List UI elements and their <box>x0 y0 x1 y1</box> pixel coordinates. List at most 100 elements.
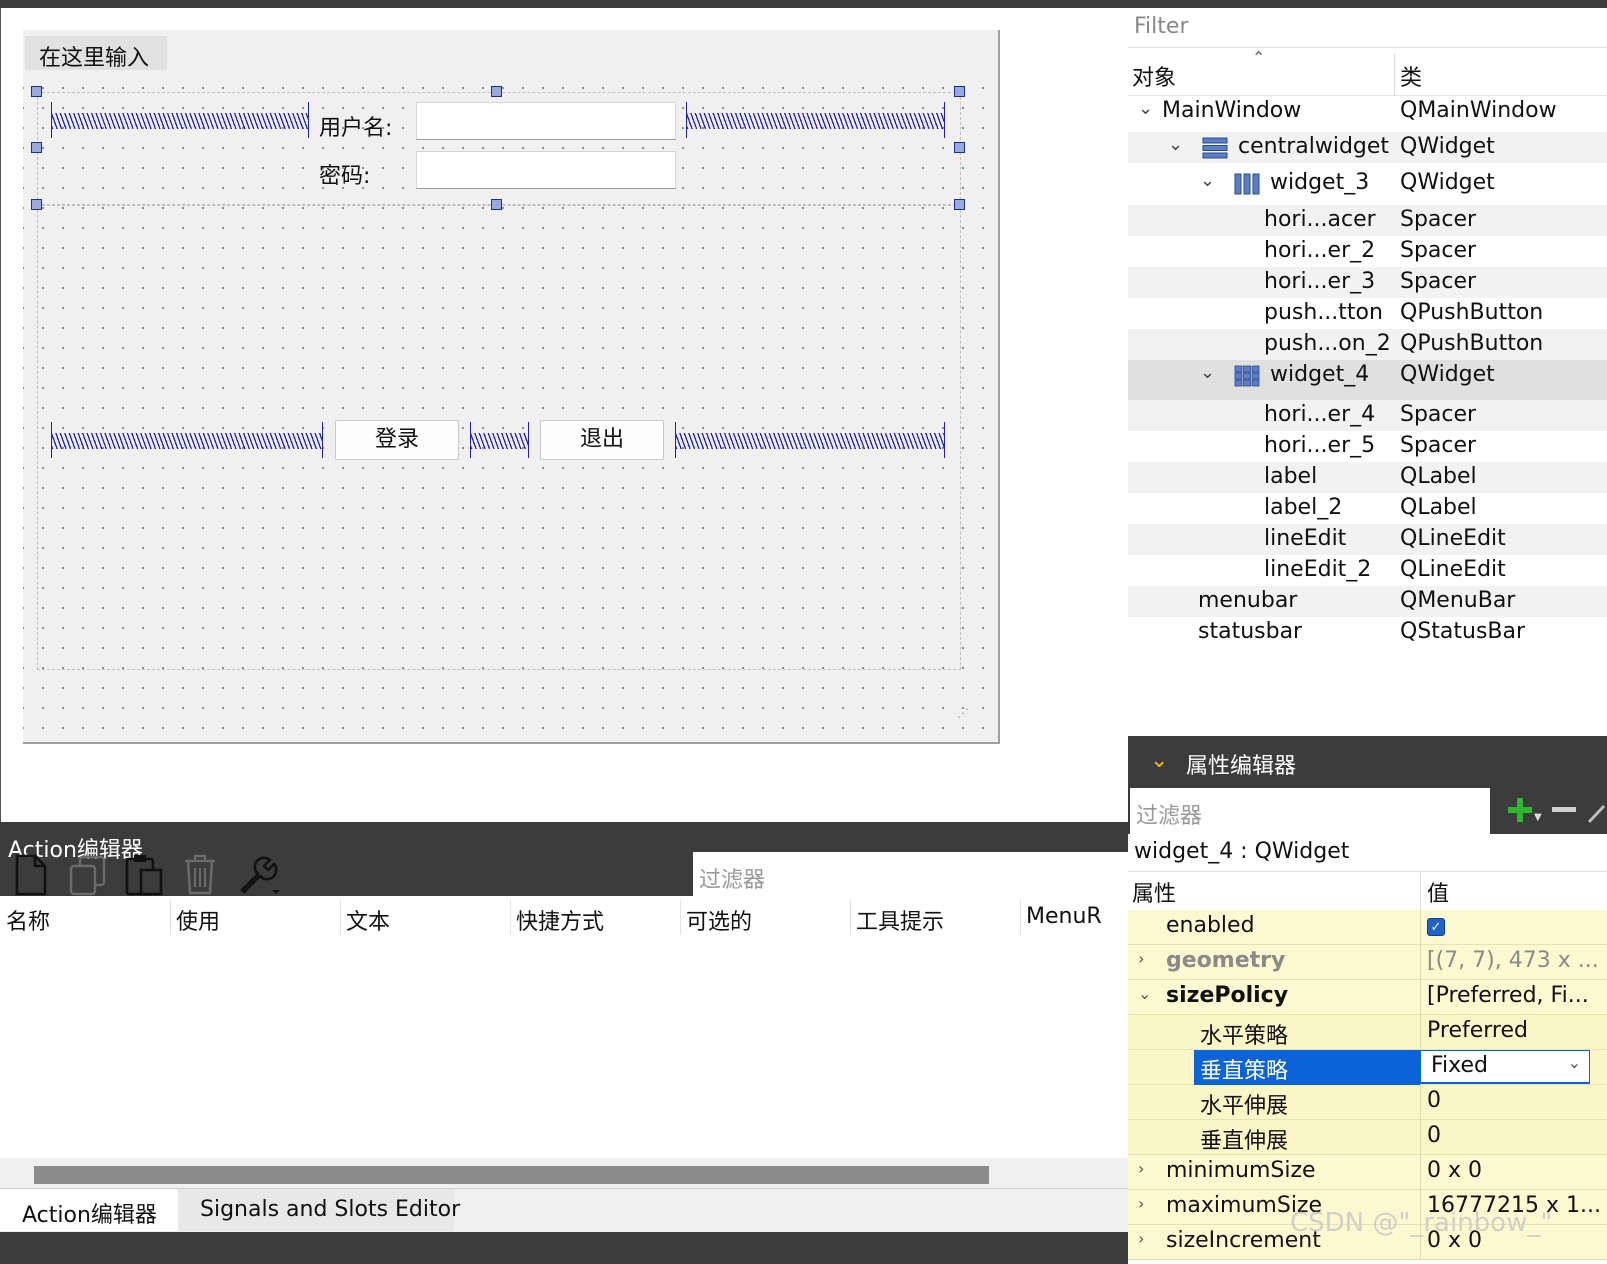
selection-handle[interactable] <box>31 199 42 210</box>
tree-row-push-on-2[interactable]: push...on_2 QPushButton <box>1128 329 1607 360</box>
tree-row-lineEdit-2[interactable]: lineEdit_2 QLineEdit <box>1128 555 1607 586</box>
expand-chevron-icon[interactable]: › <box>1138 1229 1144 1248</box>
property-name: minimumSize <box>1166 1158 1316 1183</box>
horizontal-spacer[interactable] <box>51 422 323 458</box>
tree-row-hori-er-3[interactable]: hori...er_3 Spacer <box>1128 267 1607 298</box>
add-property-icon[interactable] <box>1506 796 1534 824</box>
form-design-area[interactable]: 在这里输入 用户名: 密码: 登录 退出 ⋰ <box>0 8 1128 822</box>
horizontal-scrollbar[interactable] <box>0 1158 1128 1188</box>
property-row-1[interactable]: › geometry [(7, 7), 473 x ... <box>1128 945 1607 980</box>
dropdown-arrow-icon[interactable]: ▼ <box>1534 812 1542 823</box>
column-divider <box>1420 945 1421 980</box>
property-value: [(7, 7), 473 x ... <box>1427 948 1599 973</box>
action-column-header[interactable]: 工具提示 <box>856 904 944 936</box>
password-input[interactable] <box>416 151 676 189</box>
tree-row-MainWindow[interactable]: ⌄ MainWindow QMainWindow <box>1128 96 1607 127</box>
collapse-chevron-icon[interactable]: ⌄ <box>1138 984 1151 1003</box>
object-name: hori...er_3 <box>1264 269 1376 294</box>
expand-chevron-icon[interactable]: › <box>1138 1194 1144 1213</box>
property-row-3[interactable]: 水平策略 Preferred <box>1128 1015 1607 1050</box>
property-row-0[interactable]: enabled ✓ <box>1128 910 1607 945</box>
enabled-checkbox[interactable]: ✓ <box>1427 918 1445 936</box>
action-column-header[interactable]: 使用 <box>176 904 220 936</box>
tree-row-hori-er-5[interactable]: hori...er_5 Spacer <box>1128 431 1607 462</box>
action-filter-input[interactable]: 过滤器 <box>693 852 1128 896</box>
username-label[interactable]: 用户名: <box>319 110 392 142</box>
delete-trash-icon[interactable] <box>182 852 218 896</box>
column-divider <box>1020 900 1021 934</box>
horizontal-spacer-3[interactable] <box>675 422 945 458</box>
configure-wrench-icon[interactable] <box>1586 798 1606 826</box>
header-divider <box>1394 54 1395 96</box>
new-action-icon[interactable] <box>14 854 48 896</box>
column-header-value[interactable]: 值 <box>1427 876 1449 908</box>
selection-handle[interactable] <box>31 142 42 153</box>
horizontal-spacer-2[interactable] <box>470 422 529 458</box>
property-name: geometry <box>1166 948 1286 973</box>
selection-handle[interactable] <box>491 86 502 97</box>
tree-row-label[interactable]: label QLabel <box>1128 462 1607 493</box>
expand-chevron-icon[interactable]: ⌄ <box>1138 98 1153 119</box>
selection-handle[interactable] <box>31 86 42 97</box>
action-table[interactable]: 名称 使用 文本 快捷方式 可选的 工具提示 MenuR <box>0 896 1128 1158</box>
collapse-chevron-icon[interactable]: ⌄ <box>1150 748 1168 773</box>
tree-row-lineEdit[interactable]: lineEdit QLineEdit <box>1128 524 1607 555</box>
property-editor-title: 属性编辑器 <box>1128 736 1607 788</box>
property-row-2[interactable]: ⌄ sizePolicy [Preferred, Fi... <box>1128 980 1607 1015</box>
horizontal-spacer-5[interactable] <box>686 102 945 138</box>
tree-row-statusbar[interactable]: statusbar QStatusBar <box>1128 617 1607 648</box>
object-filter-input[interactable]: Filter <box>1128 8 1607 48</box>
column-header-property[interactable]: 属性 <box>1132 876 1176 908</box>
tree-row-push-tton[interactable]: push...tton QPushButton <box>1128 298 1607 329</box>
main-window-form[interactable]: 在这里输入 用户名: 密码: 登录 退出 ⋰ <box>23 30 1000 744</box>
configure-wrench-icon[interactable] <box>236 852 282 898</box>
tree-row-hori-er-2[interactable]: hori...er_2 Spacer <box>1128 236 1607 267</box>
remove-property-icon[interactable] <box>1550 796 1578 824</box>
property-row-6[interactable]: 垂直伸展 0 <box>1128 1120 1607 1155</box>
tree-row-centralwidget[interactable]: ⌄ centralwidget QWidget <box>1128 132 1607 163</box>
selection-handle[interactable] <box>491 199 502 210</box>
selection-handle[interactable] <box>954 142 965 153</box>
menubar-type-here[interactable]: 在这里输入 <box>25 36 167 71</box>
copy-icon[interactable] <box>68 854 108 896</box>
expand-chevron-icon[interactable]: › <box>1138 949 1144 968</box>
action-column-header[interactable]: 文本 <box>346 904 390 936</box>
username-input[interactable] <box>416 102 676 140</box>
property-row-4[interactable]: 垂直策略 Fixed ⌄ <box>1128 1050 1607 1085</box>
form-menubar[interactable]: 在这里输入 <box>23 30 998 71</box>
expand-chevron-icon[interactable]: › <box>1138 1159 1144 1178</box>
tree-row-menubar[interactable]: menubar QMenuBar <box>1128 586 1607 617</box>
horizontal-spacer-4[interactable] <box>51 102 309 138</box>
tree-row-label-2[interactable]: label_2 QLabel <box>1128 493 1607 524</box>
action-column-header[interactable]: MenuR <box>1026 904 1102 929</box>
tree-row-hori-er-4[interactable]: hori...er_4 Spacer <box>1128 400 1607 431</box>
expand-chevron-icon[interactable]: ⌄ <box>1200 170 1215 191</box>
paste-icon[interactable] <box>124 852 164 896</box>
chevron-down-icon[interactable]: ⌄ <box>1568 1053 1581 1072</box>
login-button[interactable]: 登录 <box>335 420 459 460</box>
object-class: QWidget <box>1400 134 1495 159</box>
object-class: QMainWindow <box>1400 98 1557 123</box>
property-filter-input[interactable]: 过滤器 <box>1130 788 1490 834</box>
tree-row-widget-4[interactable]: ⌄ widget_4 QWidget <box>1128 360 1607 400</box>
selection-handle[interactable] <box>954 199 965 210</box>
password-label[interactable]: 密码: <box>319 158 370 190</box>
action-column-header[interactable]: 名称 <box>6 904 50 936</box>
tree-row-hori-acer[interactable]: hori...acer Spacer <box>1128 205 1607 236</box>
column-header-class[interactable]: 类 <box>1400 60 1422 92</box>
property-row-7[interactable]: › minimumSize 0 x 0 <box>1128 1155 1607 1190</box>
tab-signals-slots-editor[interactable]: Signals and Slots Editor <box>178 1189 460 1231</box>
scrollbar-thumb[interactable] <box>34 1166 989 1184</box>
expand-chevron-icon[interactable]: ⌄ <box>1200 362 1215 383</box>
tree-row-widget-3[interactable]: ⌄ widget_3 QWidget <box>1128 168 1607 199</box>
quit-button[interactable]: 退出 <box>540 420 664 460</box>
action-column-header[interactable]: 可选的 <box>686 904 752 936</box>
property-row-5[interactable]: 水平伸展 0 <box>1128 1085 1607 1120</box>
selection-handle[interactable] <box>954 86 965 97</box>
action-column-header[interactable]: 快捷方式 <box>516 904 604 936</box>
tab-action-editor[interactable]: Action编辑器 <box>0 1189 178 1231</box>
column-header-object[interactable]: 对象 <box>1132 60 1176 92</box>
resize-grip-icon[interactable]: ⋰ <box>957 706 969 720</box>
expand-chevron-icon[interactable]: ⌄ <box>1168 134 1183 155</box>
vertical-policy-dropdown[interactable]: Fixed ⌄ <box>1420 1050 1590 1084</box>
